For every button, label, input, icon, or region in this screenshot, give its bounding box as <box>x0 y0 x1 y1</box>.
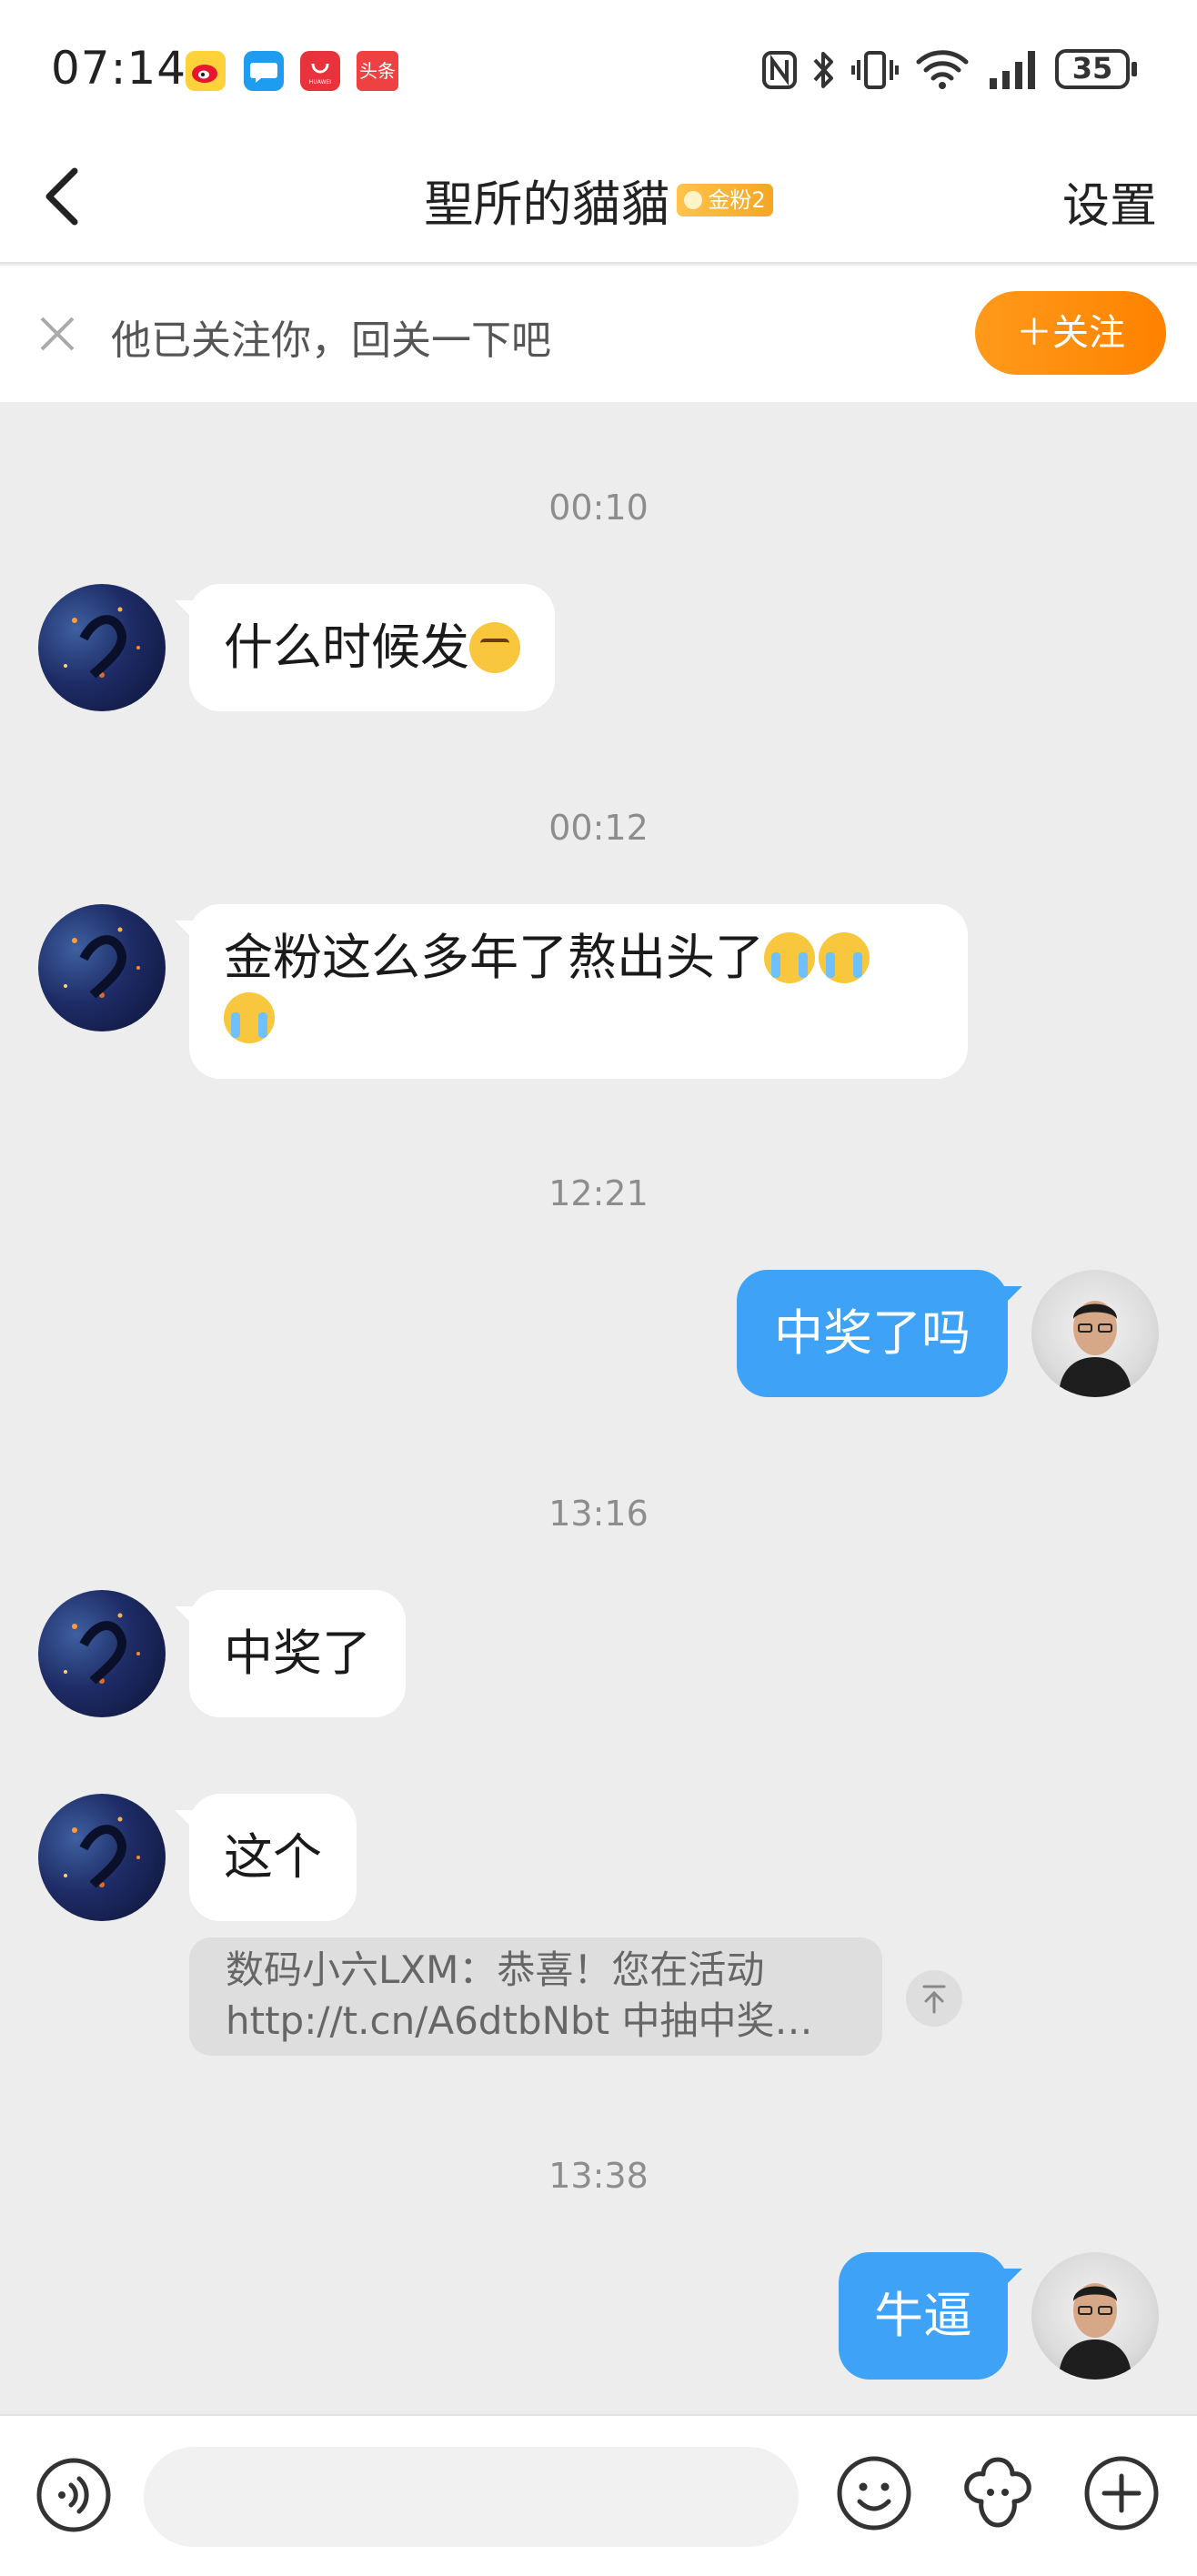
avatar[interactable] <box>38 1590 166 1717</box>
message-text: 金粉这么多年了熬出头了 <box>224 929 764 986</box>
loudly-crying-face-emoji-icon <box>764 932 815 983</box>
quoted-message[interactable]: 数码小六LXM：恭喜！您在活动 http://t.cn/A6dtbNbt 中抽中… <box>189 1937 882 2056</box>
chat-screen: 07:14 HUAWEI 头条 35 聖所的貓貓 金粉2 设置 他已关注你，回关… <box>0 0 1197 2576</box>
kissing-face-emoji-icon <box>469 622 520 673</box>
loudly-crying-face-emoji-icon <box>224 992 275 1043</box>
quote-line-2: http://t.cn/A6dtbNbt 中抽中奖… <box>226 1998 813 2043</box>
message-text: 什么时候发 <box>224 619 469 676</box>
message-text: 牛逼 <box>874 2287 972 2344</box>
battery-level: 35 <box>1071 51 1113 86</box>
avatar[interactable] <box>38 1794 166 1921</box>
signal-icon <box>988 47 1042 95</box>
title-area: 聖所的貓貓 金粉2 <box>0 164 1197 236</box>
message-bubble[interactable]: 金粉这么多年了熬出头了 <box>175 904 968 1079</box>
avatar[interactable] <box>38 584 166 711</box>
chat-header: 聖所的貓貓 金粉2 设置 <box>0 136 1197 264</box>
status-time: 07:14 <box>51 42 187 95</box>
loudly-crying-face-emoji-icon <box>819 932 870 983</box>
status-bar: 07:14 HUAWEI 头条 35 <box>0 0 1197 136</box>
battery-icon: 35 <box>1055 49 1137 89</box>
message-bubble[interactable]: 这个 <box>175 1794 357 1921</box>
message-bubble[interactable]: 什么时候发 <box>175 584 555 711</box>
message-input[interactable] <box>144 2447 799 2547</box>
wifi-icon <box>915 45 970 95</box>
follow-button[interactable]: ＋关注 <box>975 291 1166 375</box>
message-text: 中奖了 <box>224 1625 371 1682</box>
bluetooth-icon <box>810 47 839 96</box>
timestamp: 00:12 <box>548 808 649 848</box>
nfc-icon <box>760 49 799 95</box>
message-bubble[interactable]: 牛逼 <box>839 2252 1022 2380</box>
chat-title[interactable]: 聖所的貓貓 <box>424 176 669 233</box>
message-icon <box>244 51 284 91</box>
avatar[interactable] <box>1031 2252 1159 2380</box>
sticker-icon[interactable] <box>959 2454 1037 2532</box>
close-icon[interactable] <box>35 311 80 357</box>
fan-level-badge: 金粉2 <box>677 183 773 216</box>
follow-back-prompt: 他已关注你，回关一下吧 <box>111 317 551 364</box>
timestamp: 13:16 <box>548 1494 649 1534</box>
quote-line-1: 数码小六LXM：恭喜！您在活动 <box>226 1947 765 1992</box>
timestamp: 12:21 <box>548 1173 649 1213</box>
plus-icon[interactable] <box>1082 2454 1161 2532</box>
emoji-icon[interactable] <box>835 2454 913 2532</box>
settings-button[interactable]: 设置 <box>1062 167 1157 236</box>
vibrate-icon <box>851 47 899 96</box>
message-text: 这个 <box>224 1828 322 1886</box>
scroll-to-quote-icon[interactable] <box>906 1970 962 2027</box>
follow-back-bar: 他已关注你，回关一下吧 ＋关注 <box>0 266 1197 402</box>
huawei-appgallery-icon: HUAWEI <box>300 51 340 91</box>
message-bubble[interactable]: 中奖了 <box>175 1590 406 1717</box>
toutiao-icon: 头条 <box>357 51 398 91</box>
weibo-icon <box>186 51 226 91</box>
avatar[interactable] <box>38 904 166 1031</box>
avatar[interactable] <box>1031 1270 1159 1397</box>
message-bubble[interactable]: 中奖了吗 <box>737 1270 1022 1397</box>
timestamp: 00:10 <box>548 488 649 528</box>
huawei-label: HUAWEI <box>309 79 331 86</box>
voice-icon[interactable] <box>35 2456 113 2534</box>
timestamp: 13:38 <box>548 2156 649 2196</box>
input-bar <box>0 2414 1197 2576</box>
message-text: 中奖了吗 <box>774 1304 971 1362</box>
